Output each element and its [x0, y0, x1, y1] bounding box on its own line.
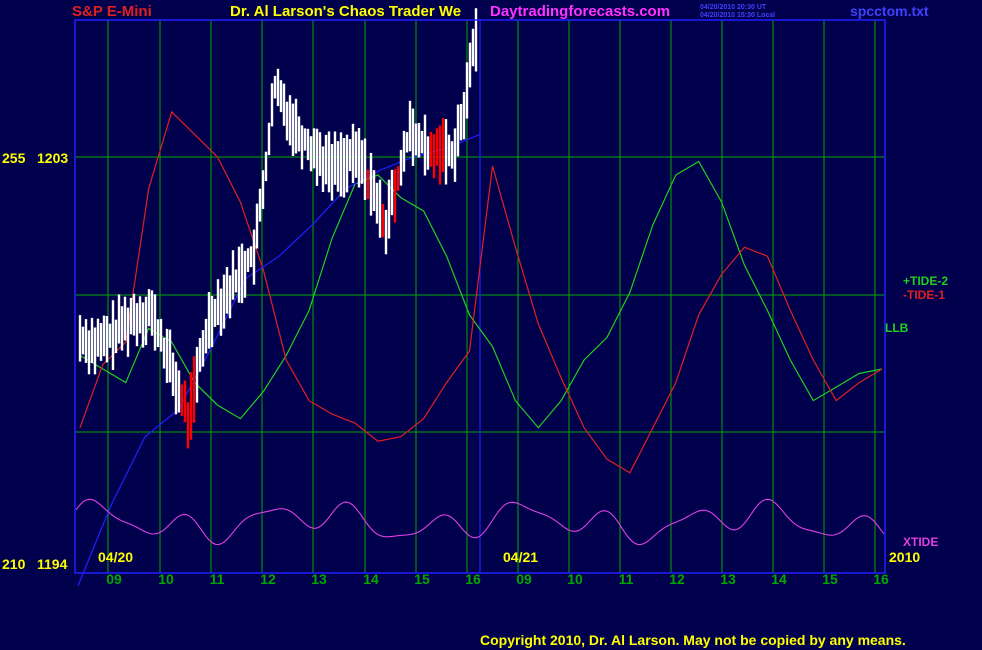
symbol-title: S&P E-Mini [72, 3, 152, 20]
x-tick-label: 10 [567, 571, 583, 587]
main-title: Dr. Al Larson's Chaos Trader We [230, 3, 461, 20]
date-label-0420: 04/20 [98, 549, 133, 565]
date-label-0421: 04/21 [503, 549, 538, 565]
x-tick-label: 13 [311, 571, 327, 587]
left-axis-top-label: 255 [2, 150, 26, 166]
legend-llb: LLB [885, 321, 909, 335]
legend-xtide: XTIDE [903, 535, 938, 549]
left-axis-bottom-label: 210 [2, 556, 26, 572]
legend-tide2: +TIDE-2 [903, 274, 948, 288]
x-tick-label: 16 [465, 571, 481, 587]
x-tick-label: 10 [158, 571, 174, 587]
x-tick-label: 11 [210, 571, 225, 587]
chart-background [0, 0, 982, 650]
right-axis-top-label: 1203 [37, 150, 68, 166]
x-tick-label: 09 [516, 571, 532, 587]
x-tick-label: 16 [873, 571, 889, 587]
x-tick-label: 13 [720, 571, 736, 587]
x-tick-label: 12 [669, 571, 685, 587]
x-tick-label: 15 [822, 571, 838, 587]
x-tick-label: 12 [260, 571, 276, 587]
right-axis-bottom-label: 1194 [37, 556, 68, 572]
chart-canvas: S&P E-Mini Dr. Al Larson's Chaos Trader … [0, 0, 982, 650]
year-label: 2010 [889, 549, 920, 565]
legend-tide1: -TIDE-1 [903, 288, 945, 302]
timestamp-ut: 04/20/2010 20:30 UT [700, 4, 767, 11]
timestamp-local: 04/20/2010 15:30 Local [700, 12, 775, 19]
x-tick-label: 14 [363, 571, 379, 587]
x-tick-label: 15 [414, 571, 430, 587]
file-name: spcctom.txt [850, 3, 929, 19]
x-tick-label: 09 [106, 571, 122, 587]
site-title[interactable]: Daytradingforecasts.com [490, 3, 670, 20]
copyright: Copyright 2010, Dr. Al Larson. May not b… [480, 632, 906, 648]
x-tick-label: 11 [619, 571, 634, 587]
x-tick-label: 14 [771, 571, 787, 587]
